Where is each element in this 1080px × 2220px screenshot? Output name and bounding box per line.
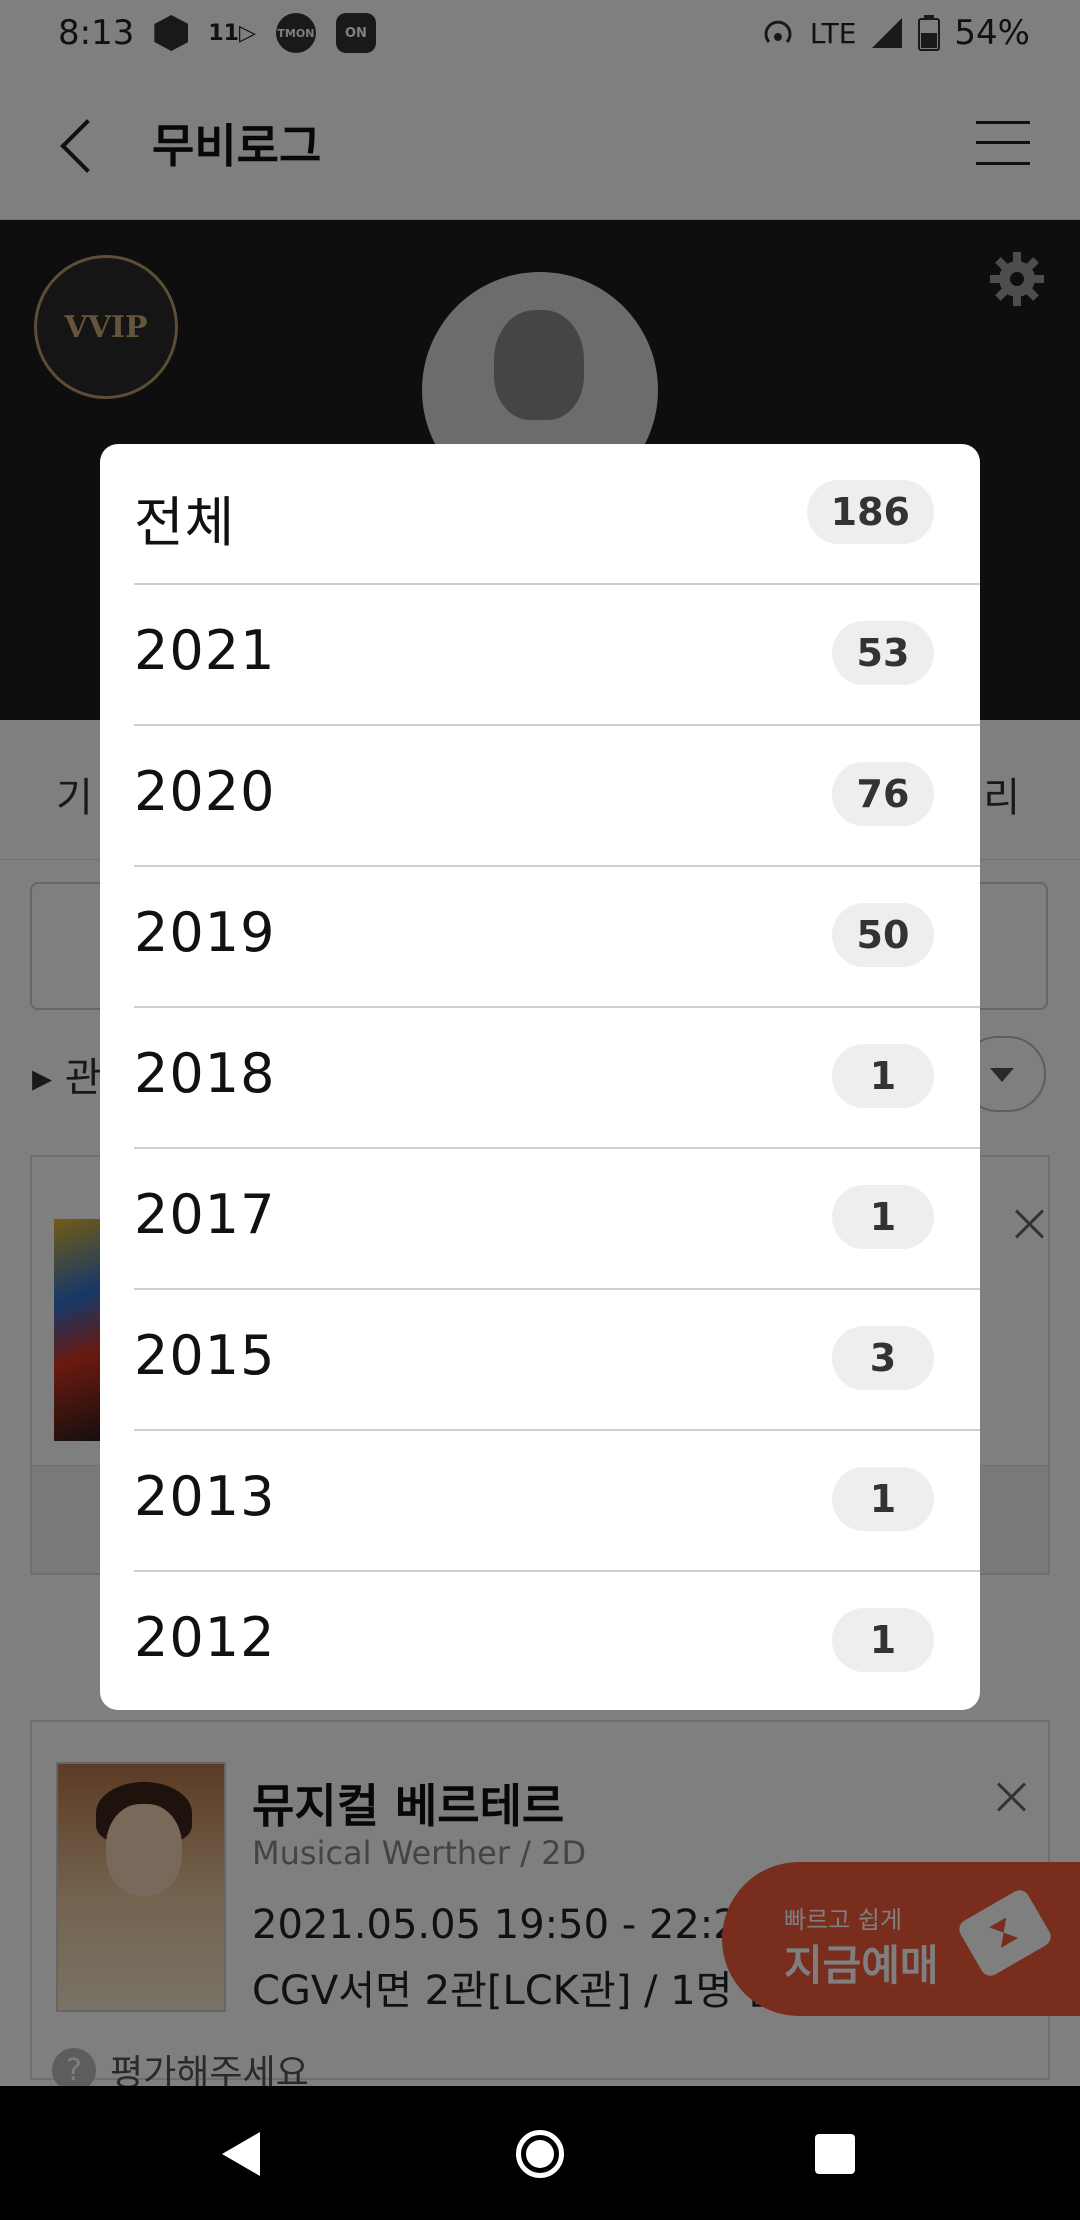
count-badge: 3	[832, 1326, 934, 1390]
nav-home-icon[interactable]	[516, 2130, 564, 2178]
year-label: 2013	[134, 1465, 276, 1528]
year-label: 2017	[134, 1183, 276, 1246]
year-option[interactable]: 전체 186	[134, 444, 980, 585]
year-filter-dialog: 전체 186 2021 53 2020 76 2019 50 2018 1 20…	[100, 444, 980, 1710]
year-option[interactable]: 2015 3	[134, 1290, 980, 1431]
year-option[interactable]: 2013 1	[134, 1431, 980, 1572]
nav-recents-icon[interactable]	[815, 2134, 855, 2174]
year-label: 2021	[134, 619, 276, 682]
year-label: 2018	[134, 1042, 276, 1105]
year-option[interactable]: 2019 50	[134, 867, 980, 1008]
year-option[interactable]: 2020 76	[134, 726, 980, 867]
count-badge: 76	[832, 762, 934, 826]
year-label: 전체	[134, 491, 236, 554]
year-label: 2015	[134, 1324, 276, 1387]
count-badge: 1	[832, 1467, 934, 1531]
system-nav-bar	[0, 2086, 1080, 2220]
year-label: 2019	[134, 901, 276, 964]
nav-back-icon[interactable]	[222, 2132, 260, 2176]
year-option[interactable]: 2017 1	[134, 1149, 980, 1290]
count-badge: 186	[806, 480, 934, 544]
year-option[interactable]: 2018 1	[134, 1008, 980, 1149]
year-option[interactable]: 2012 1	[134, 1572, 980, 1710]
count-badge: 50	[832, 903, 934, 967]
count-badge: 1	[832, 1185, 934, 1249]
year-label: 2012	[134, 1606, 276, 1669]
year-option[interactable]: 2021 53	[134, 585, 980, 726]
count-badge: 1	[832, 1608, 934, 1672]
count-badge: 1	[832, 1044, 934, 1108]
year-label: 2020	[134, 760, 276, 823]
count-badge: 53	[832, 621, 934, 685]
